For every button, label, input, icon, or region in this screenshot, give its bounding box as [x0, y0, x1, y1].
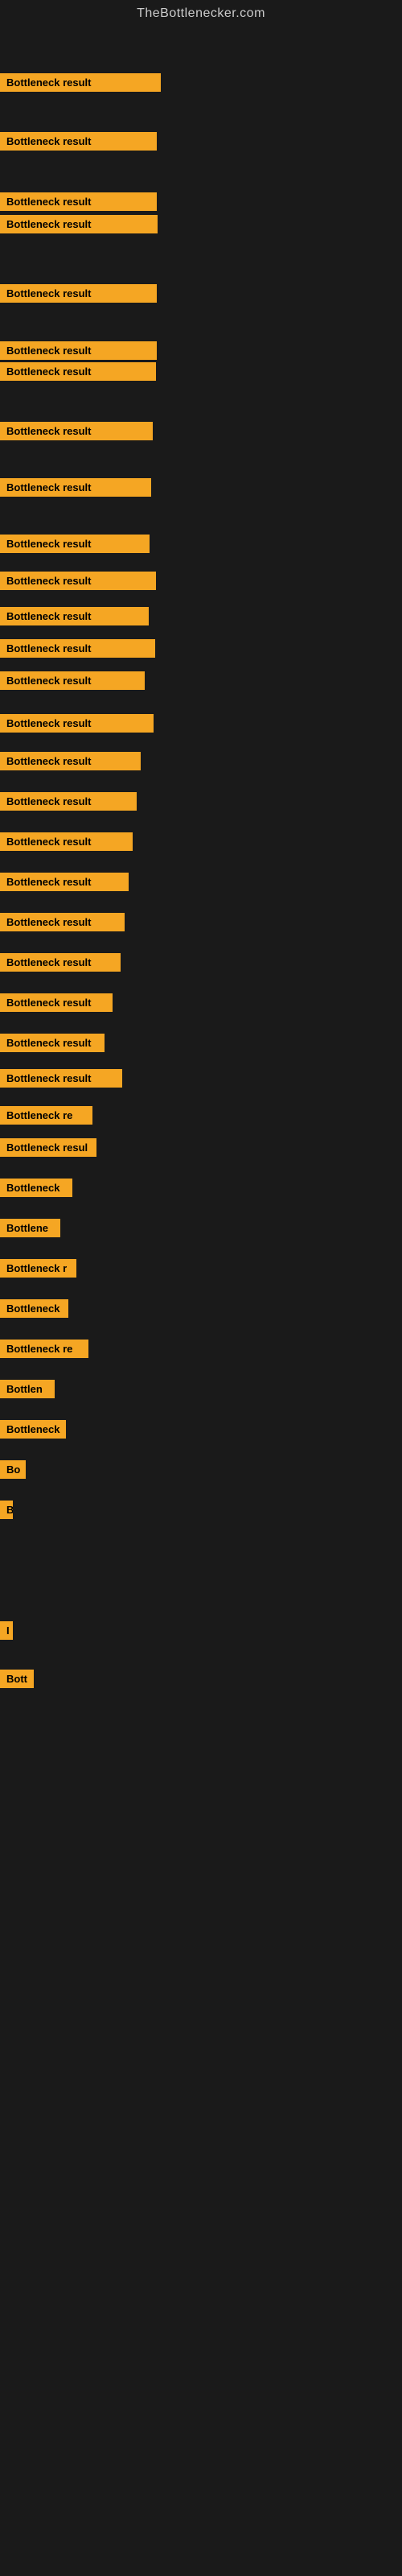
bottleneck-result-item[interactable]: Bottleneck — [0, 1299, 68, 1318]
bottleneck-result-item[interactable]: Bottleneck result — [0, 73, 161, 92]
bottleneck-result-item[interactable]: Bottleneck result — [0, 362, 156, 381]
bottleneck-result-item[interactable]: Bottleneck result — [0, 192, 157, 211]
bottleneck-result-item[interactable]: Bottleneck result — [0, 572, 156, 590]
bottleneck-result-item[interactable]: Bottleneck result — [0, 535, 150, 553]
bottleneck-result-item[interactable]: Bottleneck result — [0, 607, 149, 625]
bottleneck-result-item[interactable]: Bottleneck resul — [0, 1138, 96, 1157]
bottleneck-result-item[interactable]: Bottleneck result — [0, 792, 137, 811]
bottleneck-result-item[interactable]: Bottleneck re — [0, 1340, 88, 1358]
bottleneck-result-item[interactable]: Bottleneck result — [0, 714, 154, 733]
bottleneck-result-item[interactable]: Bottleneck result — [0, 953, 121, 972]
bottleneck-result-item[interactable]: Bottleneck result — [0, 873, 129, 891]
bottleneck-result-item[interactable]: Bottleneck result — [0, 422, 153, 440]
bottleneck-result-item[interactable]: Bottleneck result — [0, 132, 157, 151]
bottleneck-result-item[interactable]: Bottlen — [0, 1380, 55, 1398]
bottleneck-result-item[interactable]: Bottlene — [0, 1219, 60, 1237]
bottleneck-result-item[interactable]: Bottleneck result — [0, 1069, 122, 1088]
bottleneck-result-item[interactable]: Bottleneck result — [0, 913, 125, 931]
bottleneck-result-item[interactable]: Bott — [0, 1670, 34, 1688]
bottleneck-result-item[interactable]: Bottleneck result — [0, 752, 141, 770]
bottleneck-result-item[interactable]: Bo — [0, 1460, 26, 1479]
bottleneck-result-item[interactable]: Bottleneck result — [0, 832, 133, 851]
bottleneck-result-item[interactable]: Bottleneck r — [0, 1259, 76, 1278]
bottleneck-result-item[interactable]: Bottleneck — [0, 1179, 72, 1197]
site-title: TheBottlenecker.com — [0, 0, 402, 24]
bottleneck-result-item[interactable]: Bottleneck re — [0, 1106, 92, 1125]
bottleneck-result-item[interactable]: Bottleneck result — [0, 993, 113, 1012]
bottleneck-result-item[interactable]: Bottleneck result — [0, 284, 157, 303]
bottleneck-result-item[interactable]: Bottleneck result — [0, 341, 157, 360]
bottleneck-result-item[interactable]: Bottleneck result — [0, 478, 151, 497]
bottleneck-result-item[interactable]: Bottleneck result — [0, 639, 155, 658]
bottleneck-result-item[interactable]: Bottleneck result — [0, 1034, 105, 1052]
bottleneck-result-item[interactable]: Bottleneck — [0, 1420, 66, 1439]
bottleneck-result-item[interactable]: Bottleneck result — [0, 215, 158, 233]
bottleneck-result-item[interactable]: B — [0, 1501, 13, 1519]
bottleneck-result-item[interactable]: Bottleneck result — [0, 671, 145, 690]
bottleneck-result-item[interactable]: I — [0, 1621, 13, 1640]
